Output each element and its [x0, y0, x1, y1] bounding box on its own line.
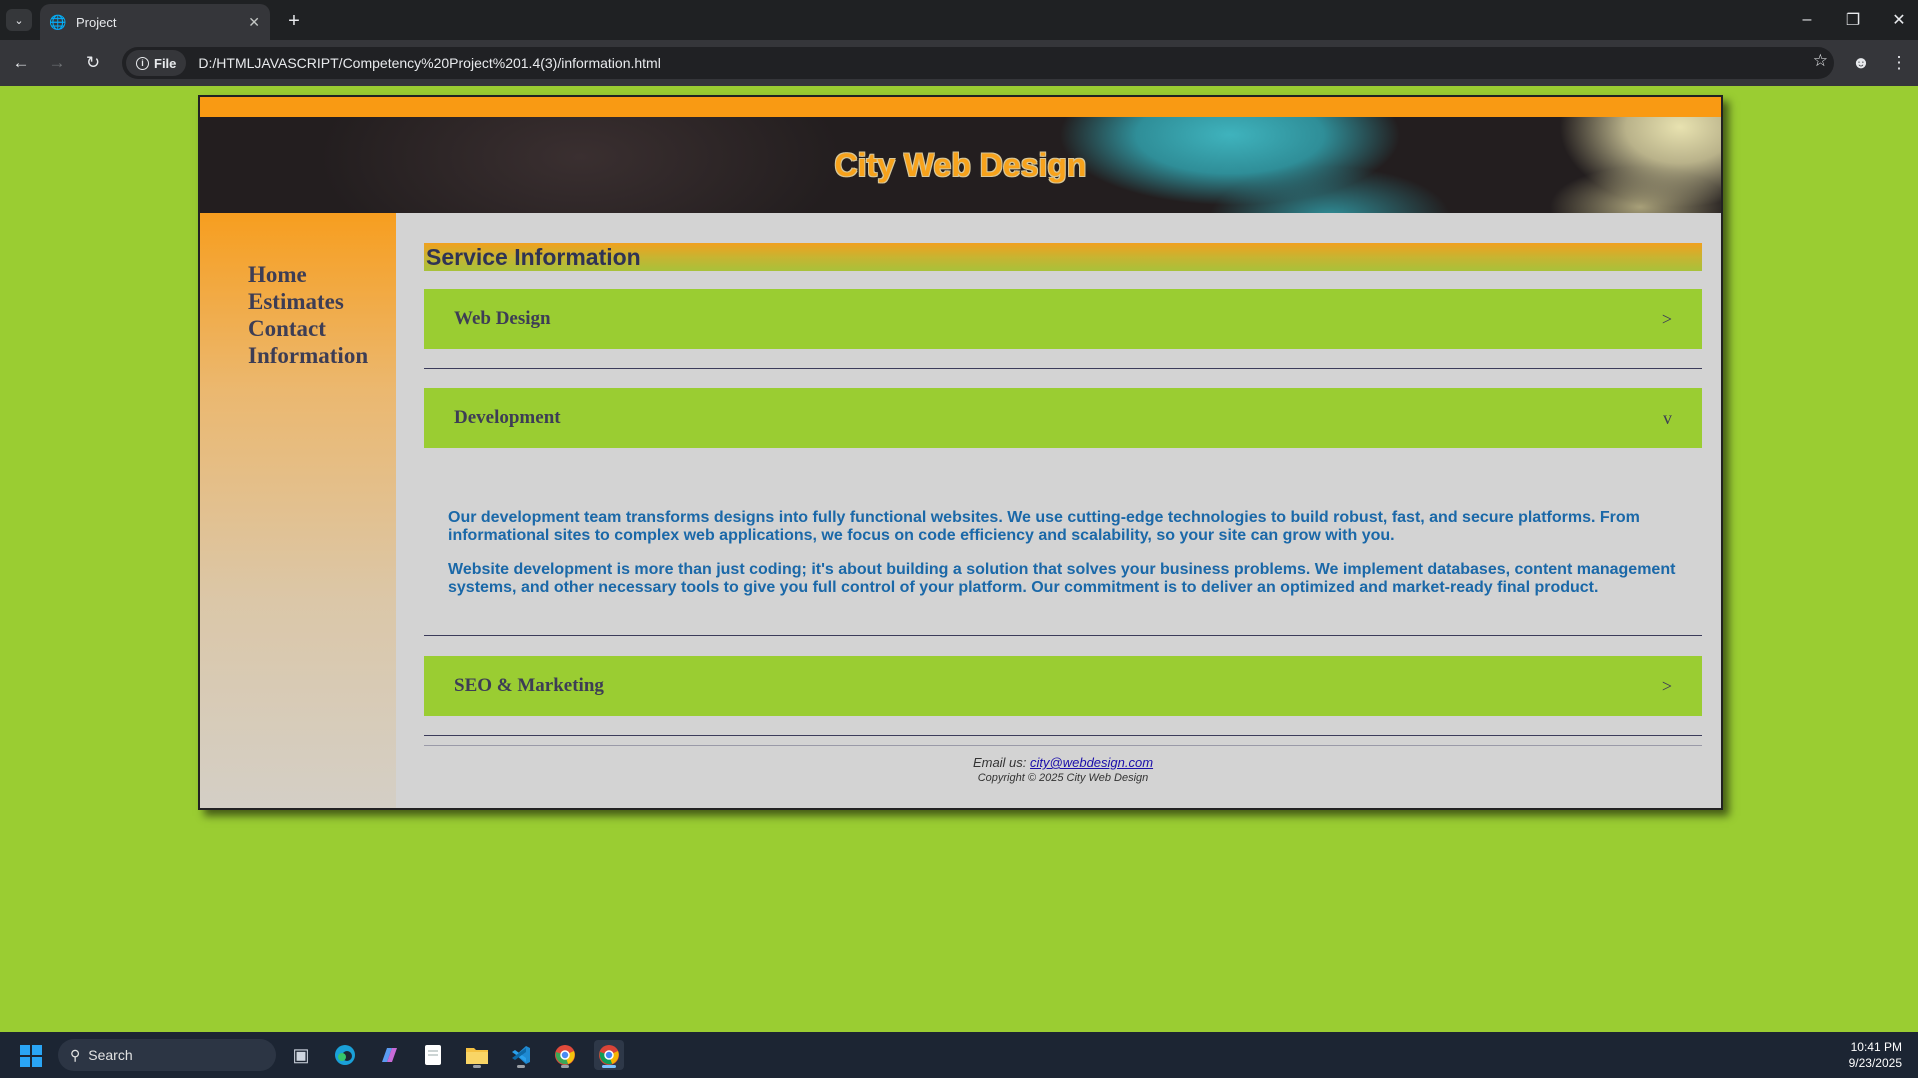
globe-icon: 🌐 [49, 13, 67, 30]
profile-icon[interactable]: ☻ [1848, 50, 1874, 76]
address-bar[interactable]: i File D:/HTMLJAVASCRIPT/Competency%20Pr… [122, 47, 1834, 79]
accordion-title: Development [454, 407, 561, 428]
windows-start-icon[interactable] [20, 1045, 42, 1067]
system-clock[interactable]: 10:41 PM 9/23/2025 [1849, 1039, 1902, 1071]
divider [424, 735, 1702, 736]
divider [424, 635, 1702, 636]
forward-arrow-icon[interactable]: → [44, 50, 70, 76]
search-icon: ⚲ [70, 1046, 81, 1063]
running-indicator [561, 1065, 569, 1068]
email-label: Email us: [972, 755, 1027, 770]
email-link[interactable]: city@webdesign.com [1030, 755, 1153, 770]
clock-time: 10:41 PM [1850, 1040, 1902, 1054]
accordion-development[interactable]: Development v [424, 388, 1702, 448]
page-footer: Email us: city@webdesign.com Copyright ©… [424, 755, 1702, 784]
accordion-seo-marketing[interactable]: SEO & Marketing > [424, 656, 1702, 716]
info-icon: i [136, 56, 149, 70]
bookmark-star-icon[interactable]: ☆ [1813, 51, 1828, 71]
minimize-icon[interactable]: – [1792, 8, 1822, 32]
chevron-right-icon: > [1661, 675, 1672, 696]
edge-icon[interactable] [330, 1040, 360, 1070]
chrome-canary-icon[interactable] [550, 1040, 580, 1070]
active-indicator [602, 1065, 616, 1068]
vscode-icon[interactable] [506, 1040, 536, 1070]
tab-title: Project [76, 14, 117, 30]
site-info-chip[interactable]: i File [126, 50, 187, 76]
window-close-icon[interactable]: ✕ [1884, 8, 1914, 32]
task-view-icon[interactable]: ▣ [286, 1040, 316, 1070]
main-content: Service Information Web Design > Develop… [396, 213, 1721, 808]
browser-toolbar: ← → ↻ i File D:/HTMLJAVASCRIPT/Competenc… [0, 40, 1918, 86]
section-title: Service Information [424, 243, 1702, 271]
divider [424, 368, 1702, 369]
page-container: City Web Design Home Estimates Contact I… [198, 95, 1723, 810]
running-indicator [517, 1065, 525, 1068]
taskbar-search-label: Search [88, 1047, 133, 1063]
nav-menu: Home Estimates Contact Information [248, 261, 368, 369]
windows-taskbar: ⚲ Search ▣ 10:41 PM 9/23/2025 [0, 1032, 1918, 1078]
browser-tab-bar: ⌄ 🌐 Project ✕ + – ❐ ✕ [0, 0, 1918, 40]
file-explorer-icon[interactable] [462, 1040, 492, 1070]
site-title: City Web Design [834, 146, 1087, 183]
copilot-icon[interactable] [374, 1040, 404, 1070]
new-tab-plus-icon[interactable]: + [282, 9, 306, 33]
notepad-icon[interactable] [418, 1040, 448, 1070]
tab-close-icon[interactable]: ✕ [248, 14, 260, 31]
reload-icon[interactable]: ↻ [80, 50, 106, 76]
url-text[interactable]: D:/HTMLJAVASCRIPT/Competency%20Project%2… [198, 55, 660, 71]
site-chip-label: File [154, 55, 177, 71]
running-indicator [473, 1065, 481, 1068]
more-menu-icon[interactable]: ⋮ [1886, 50, 1912, 76]
development-paragraph-2: Website development is more than just co… [448, 561, 1676, 596]
accordion-title: SEO & Marketing [454, 675, 604, 696]
accordion-web-design[interactable]: Web Design > [424, 289, 1702, 349]
nav-link-home[interactable]: Home [248, 261, 368, 288]
copyright-text: Copyright © 2025 City Web Design [977, 772, 1149, 784]
nav-link-estimates[interactable]: Estimates [248, 288, 368, 315]
footer-email-line: Email us: city@webdesign.com [424, 755, 1702, 770]
footer-divider [424, 745, 1702, 746]
back-arrow-icon[interactable]: ← [8, 50, 34, 76]
header-accent-bar [200, 97, 1721, 117]
header-banner: City Web Design [200, 117, 1721, 213]
chevron-down-icon: v [1663, 407, 1672, 428]
nav-link-contact[interactable]: Contact [248, 315, 368, 342]
browser-tab[interactable]: 🌐 Project ✕ [40, 4, 270, 40]
chrome-icon[interactable] [594, 1040, 624, 1070]
accordion-title: Web Design [454, 308, 551, 329]
tab-search-chevron-icon[interactable]: ⌄ [6, 9, 32, 31]
taskbar-search[interactable]: ⚲ Search [58, 1039, 276, 1071]
clock-date: 9/23/2025 [1848, 1056, 1902, 1070]
nav-link-information[interactable]: Information [248, 342, 368, 369]
sidebar-nav: Home Estimates Contact Information [200, 213, 396, 808]
chevron-right-icon: > [1661, 308, 1672, 329]
accordion-development-content: Our development team transforms designs … [448, 509, 1678, 613]
development-paragraph-1: Our development team transforms designs … [448, 509, 1640, 544]
restore-icon[interactable]: ❐ [1838, 8, 1868, 32]
